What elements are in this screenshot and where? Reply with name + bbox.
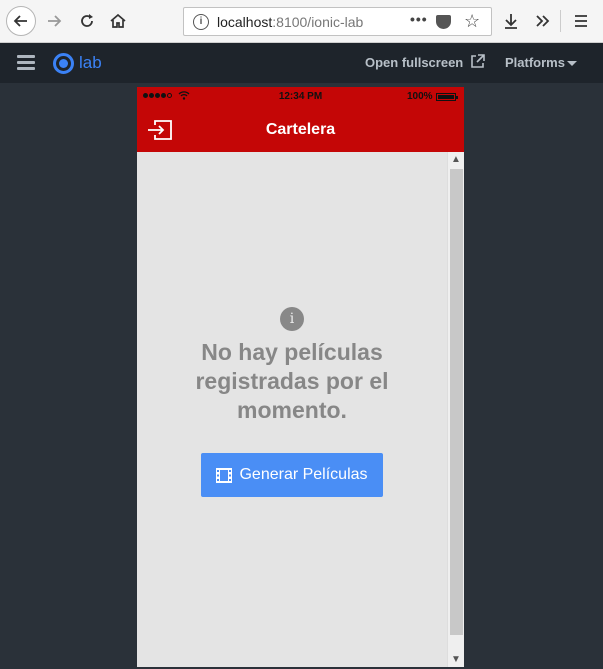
download-icon	[505, 14, 517, 29]
device-preview: 12:34 PM 100% Cartelera i No hay películ…	[137, 87, 464, 667]
battery-icon	[436, 93, 458, 101]
ios-status-bar: 12:34 PM 100%	[137, 87, 464, 107]
ionic-logo-icon	[53, 53, 74, 74]
hamburger-icon	[575, 15, 587, 27]
ionic-lab-toolbar: lab Open fullscreen Platforms	[0, 43, 603, 83]
url-text[interactable]: localhost:8100/ionic-lab	[217, 14, 363, 30]
scrollbar[interactable]: ▲ ▼	[447, 152, 464, 667]
scrollbar-thumb[interactable]	[450, 169, 463, 635]
home-icon	[110, 13, 126, 28]
reload-button[interactable]	[72, 6, 102, 36]
url-path: :8100/ionic-lab	[272, 14, 364, 30]
scroll-down-icon[interactable]: ▼	[451, 654, 461, 665]
browser-toolbar: i localhost:8100/ionic-lab ••• ☆	[0, 0, 603, 43]
home-button[interactable]	[103, 6, 133, 36]
overflow-menu-button[interactable]	[528, 6, 558, 36]
toolbar-separator	[560, 10, 561, 32]
download-button[interactable]	[496, 6, 526, 36]
content-area: i No hay películas registradas por el mo…	[137, 152, 447, 667]
reload-icon	[81, 14, 93, 27]
generate-movies-label: Generar Películas	[239, 466, 368, 483]
film-icon	[216, 467, 233, 483]
forward-button[interactable]	[39, 6, 69, 36]
platforms-dropdown[interactable]: Platforms	[505, 55, 565, 70]
app-header: Cartelera	[137, 107, 464, 152]
empty-state-message: No hay películas registradas por el mome…	[195, 339, 389, 423]
back-button[interactable]	[6, 6, 36, 36]
info-icon[interactable]: i	[193, 14, 209, 30]
page-title: Cartelera	[265, 121, 336, 138]
star-icon[interactable]: ☆	[464, 11, 480, 32]
back-arrow-icon	[13, 15, 27, 27]
external-link-icon[interactable]	[470, 54, 485, 69]
battery-percent: 100%	[407, 91, 433, 102]
url-host: localhost	[217, 14, 273, 30]
lab-logo-text: lab	[79, 53, 102, 72]
overflow-icon	[536, 15, 550, 27]
browser-menu-button[interactable]	[566, 6, 596, 36]
info-icon: i	[280, 307, 304, 331]
forward-arrow-icon	[48, 15, 62, 27]
lab-menu-icon[interactable]	[17, 55, 35, 71]
open-fullscreen-link[interactable]: Open fullscreen	[365, 55, 463, 70]
pocket-icon[interactable]	[436, 15, 451, 29]
url-bar[interactable]: i localhost:8100/ionic-lab ••• ☆	[183, 7, 492, 36]
caret-down-icon[interactable]	[567, 61, 577, 66]
scroll-up-icon[interactable]: ▲	[451, 154, 461, 165]
generate-movies-button[interactable]: Generar Películas	[201, 453, 383, 497]
page-actions-button[interactable]: •••	[410, 11, 428, 27]
